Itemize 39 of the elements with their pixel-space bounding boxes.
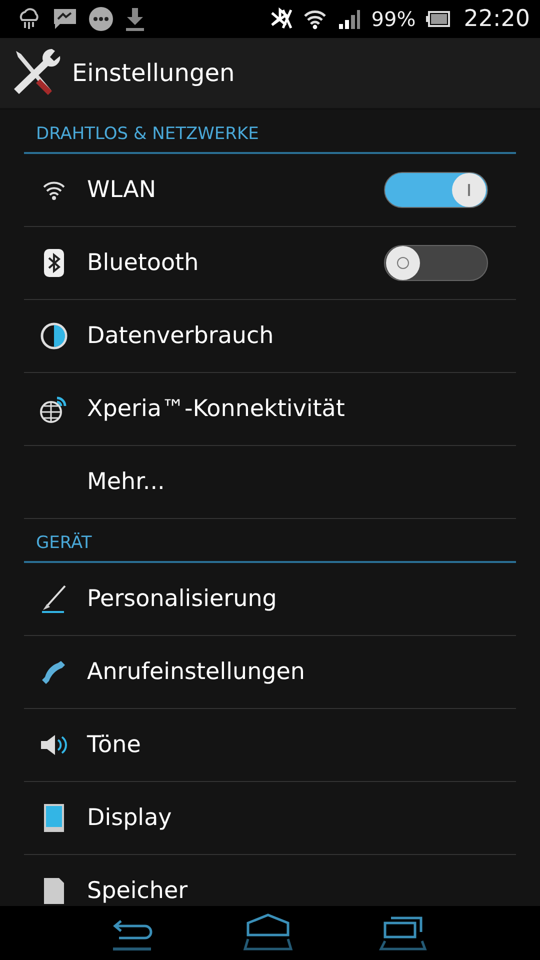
settings-item[interactable]: Anrufeinstellungen [24,636,516,709]
section-header: GERÄT [24,519,516,563]
settings-item[interactable]: Mehr... [24,446,516,519]
chat-icon [52,6,78,32]
item-label: Anrufeinstellungen [87,659,306,685]
settings-item[interactable]: Xperia™-Konnektivität [24,373,516,446]
tablet-icon [44,804,64,832]
item-label: Personalisierung [87,586,278,612]
item-label: Speicher [87,878,189,904]
toggle-switch[interactable] [384,172,488,208]
gauge-icon [40,322,68,350]
item-label: Xperia™-Konnektivität [87,396,346,422]
memory-card-icon [44,878,64,904]
settings-item[interactable]: Speicher [24,855,516,906]
more-icon [88,6,114,32]
section-header: DRAHTLOS & NETZWERKE [24,110,516,154]
toggle-switch[interactable] [384,245,488,281]
settings-item[interactable]: WLAN [24,154,516,227]
wifi-icon [42,180,66,200]
item-label: Datenverbrauch [87,323,275,349]
settings-item[interactable]: Personalisierung [24,563,516,636]
download-icon [124,6,146,32]
battery-icon [426,10,450,28]
settings-item[interactable]: Bluetooth [24,227,516,300]
item-label: Töne [87,732,142,758]
item-label: Display [87,805,173,831]
bluetooth-off-icon [269,7,294,31]
screen-title: Einstellungen [72,59,235,87]
settings-item[interactable]: Display [24,782,516,855]
settings-item[interactable]: Datenverbrauch [24,300,516,373]
clock-time: 22:20 [464,6,530,32]
globe-icon [38,394,68,424]
settings-item[interactable]: Töne [24,709,516,782]
signal-icon [337,7,362,31]
item-label: Mehr... [87,469,166,495]
item-label: WLAN [87,177,158,203]
bluetooth-icon [44,249,64,277]
battery-percentage: 99% [371,7,416,31]
item-label: Bluetooth [87,250,200,276]
